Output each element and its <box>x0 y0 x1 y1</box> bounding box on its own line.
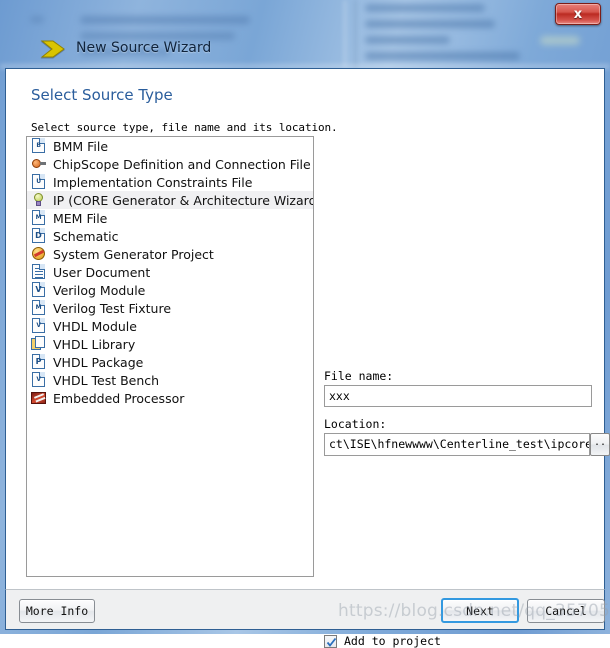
list-item[interactable]: U Implementation Constraints File <box>27 173 313 191</box>
list-item[interactable]: User Document <box>27 263 313 281</box>
list-item-label: Implementation Constraints File <box>53 175 252 190</box>
list-item-label: Schematic <box>53 229 119 244</box>
embedded-processor-icon <box>31 390 47 406</box>
list-item[interactable]: B BMM File <box>27 137 313 155</box>
checkmark-icon <box>326 637 337 648</box>
page-title: Select Source Type <box>31 86 173 104</box>
list-item[interactable]: VHDL Library <box>27 335 313 353</box>
next-button[interactable]: Next <box>441 598 519 623</box>
add-to-project-label: Add to project <box>344 634 441 648</box>
new-source-wizard-dialog: Select Source Type Select source type, f… <box>5 68 605 630</box>
list-item-label: MEM File <box>53 211 107 226</box>
add-to-project-row[interactable]: Add to project <box>324 634 441 648</box>
list-item-label: User Document <box>53 265 150 280</box>
list-item-label: IP (CORE Generator & Architecture Wizard… <box>53 193 314 208</box>
vhdl-package-icon: P <box>31 354 47 370</box>
location-input[interactable]: ct\ISE\hfnewwww\Centerline_test\ipcore_d… <box>324 433 590 456</box>
list-item[interactable]: System Generator Project <box>27 245 313 263</box>
browse-button-label: .. <box>591 434 609 455</box>
instruction-text: Select source type, file name and its lo… <box>31 121 338 134</box>
list-item-label: VHDL Module <box>53 319 137 334</box>
wizard-arrow-icon <box>40 40 66 58</box>
chipscope-icon <box>31 156 47 172</box>
bmm-file-icon: B <box>31 138 47 154</box>
list-item-label: Verilog Module <box>53 283 145 298</box>
user-document-icon <box>31 264 47 280</box>
list-item[interactable]: V VHDL Test Bench <box>27 371 313 389</box>
list-item[interactable]: M MEM File <box>27 209 313 227</box>
list-item-label: ChipScope Definition and Connection File <box>53 157 311 172</box>
list-item-label: VHDL Package <box>53 355 143 370</box>
list-item[interactable]: ChipScope Definition and Connection File <box>27 155 313 173</box>
list-item[interactable]: Embedded Processor <box>27 389 313 407</box>
list-item[interactable]: IP (CORE Generator & Architecture Wizard… <box>27 191 313 209</box>
ucf-file-icon: U <box>31 174 47 190</box>
list-item-label: System Generator Project <box>53 247 214 262</box>
wizard-title: New Source Wizard <box>76 40 211 56</box>
list-item-label: Embedded Processor <box>53 391 184 406</box>
file-name-label: File name: <box>324 369 393 383</box>
ip-core-icon <box>31 192 47 208</box>
close-glyph: x <box>556 4 600 24</box>
location-label: Location: <box>324 417 386 431</box>
vhdl-test-bench-icon: V <box>31 372 47 388</box>
browse-button[interactable]: .. <box>590 433 610 456</box>
vhdl-library-icon <box>31 336 47 352</box>
vhdl-module-icon: V <box>31 318 47 334</box>
verilog-test-fixture-icon: M <box>31 300 47 316</box>
list-item-label: VHDL Library <box>53 337 135 352</box>
file-name-input[interactable]: xxx <box>324 385 592 407</box>
system-generator-icon <box>31 246 47 262</box>
list-item-label: BMM File <box>53 139 108 154</box>
close-icon[interactable]: x <box>555 3 601 25</box>
verilog-module-icon: V <box>31 282 47 298</box>
list-item[interactable]: M Verilog Test Fixture <box>27 299 313 317</box>
schematic-icon: D <box>31 228 47 244</box>
dialog-footer: More Info Next Cancel <box>5 589 605 630</box>
more-info-button[interactable]: More Info <box>19 599 95 623</box>
list-item[interactable]: P VHDL Package <box>27 353 313 371</box>
mem-file-icon: M <box>31 210 47 226</box>
list-item-label: VHDL Test Bench <box>53 373 159 388</box>
list-item[interactable]: V Verilog Module <box>27 281 313 299</box>
add-to-project-checkbox[interactable] <box>324 635 337 648</box>
wizard-title-bar: New Source Wizard x <box>0 0 610 68</box>
list-item[interactable]: D Schematic <box>27 227 313 245</box>
list-item-label: Verilog Test Fixture <box>53 301 171 316</box>
source-type-list[interactable]: B BMM File ChipScope Definition and Connec… <box>26 136 314 577</box>
cancel-button[interactable]: Cancel <box>527 599 605 623</box>
list-item[interactable]: V VHDL Module <box>27 317 313 335</box>
